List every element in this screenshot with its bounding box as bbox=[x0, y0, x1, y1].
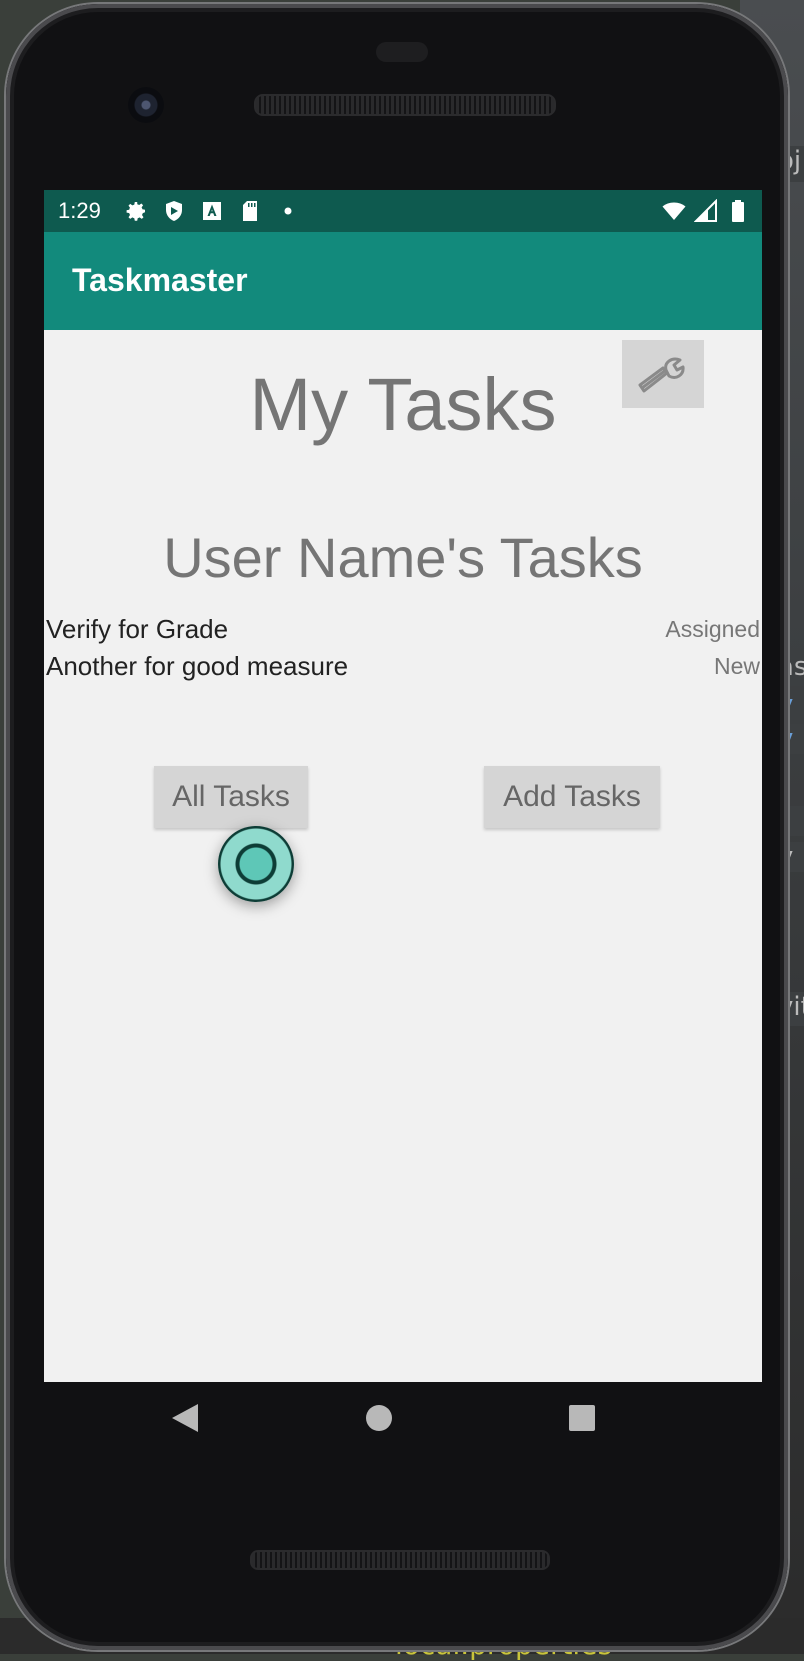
system-icons bbox=[662, 199, 750, 223]
notification-icons bbox=[124, 199, 300, 223]
add-tasks-button[interactable]: Add Tasks bbox=[484, 766, 660, 828]
sd-card-icon bbox=[243, 201, 257, 221]
battery-icon bbox=[732, 200, 744, 222]
recents-icon[interactable] bbox=[568, 1402, 596, 1434]
user-tasks-heading: User Name's Tasks bbox=[163, 526, 643, 589]
app-title: Taskmaster bbox=[72, 262, 248, 298]
font-a-icon bbox=[203, 202, 221, 220]
shield-icon bbox=[166, 201, 182, 221]
gear-icon bbox=[126, 202, 145, 221]
touch-indicator bbox=[218, 826, 294, 902]
top-speaker-grille bbox=[254, 94, 556, 116]
task-title: Verify for Grade bbox=[46, 614, 229, 644]
status-time: 1:29 bbox=[58, 198, 101, 223]
earpiece bbox=[376, 42, 428, 62]
page-title: My Tasks bbox=[249, 363, 557, 446]
dot-icon bbox=[284, 207, 292, 215]
app-bar: Taskmaster bbox=[44, 232, 762, 330]
home-icon[interactable] bbox=[364, 1402, 394, 1434]
wifi-icon bbox=[662, 202, 686, 220]
phone-frame: 1:29 Taskmaster My Tasks User Name's Tas… bbox=[6, 4, 788, 1650]
front-camera bbox=[128, 87, 164, 123]
status-bar: 1:29 bbox=[44, 190, 762, 232]
bottom-speaker-grille bbox=[250, 1550, 550, 1570]
task-state: Assigned bbox=[665, 616, 760, 642]
back-icon[interactable] bbox=[170, 1402, 200, 1434]
task-row[interactable]: Another for good measure New bbox=[46, 651, 760, 687]
all-tasks-button[interactable]: All Tasks bbox=[154, 766, 308, 828]
task-title: Another for good measure bbox=[46, 651, 349, 681]
task-row[interactable]: Verify for Grade Assigned bbox=[46, 614, 760, 650]
signal-icon bbox=[694, 199, 717, 222]
device-screen: 1:29 Taskmaster My Tasks User Name's Tas… bbox=[44, 190, 762, 1382]
task-state: New bbox=[713, 653, 760, 679]
